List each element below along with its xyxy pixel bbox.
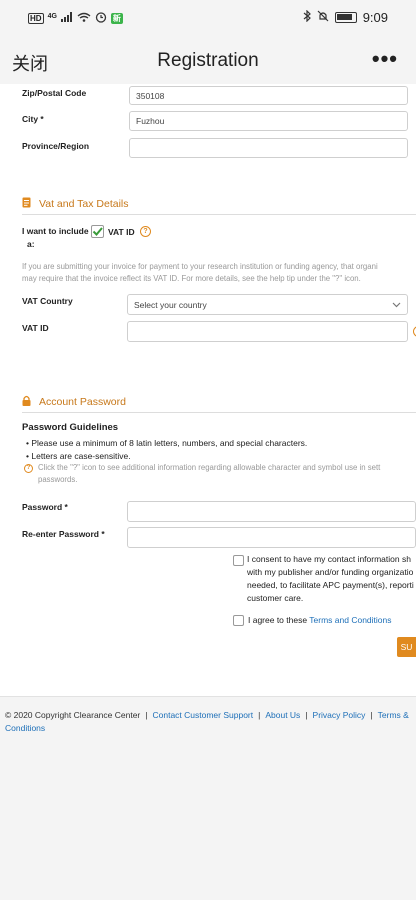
vat-country-label: VAT Country <box>22 296 73 306</box>
vat-country-value: Select your country <box>134 299 207 310</box>
zip-label: Zip/Postal Code <box>22 88 87 98</box>
vat-id-checkbox[interactable] <box>91 225 104 238</box>
vat-id-label: VAT ID <box>22 323 49 333</box>
city-field[interactable]: Fuzhou <box>129 111 408 131</box>
registration-form: Zip/Postal Code 350108 City * Fuzhou Pro… <box>0 84 416 696</box>
password-heading-text: Account Password <box>39 396 126 408</box>
vat-section-heading: Vat and Tax Details <box>22 197 129 211</box>
document-icon <box>22 197 31 211</box>
password-label: Password * <box>22 502 68 512</box>
wifi-icon <box>77 12 91 25</box>
lock-icon <box>22 395 31 409</box>
consent-text: I consent to have my contact information… <box>247 554 414 603</box>
terms-link-footer-cont[interactable]: Conditions <box>5 723 45 733</box>
chevron-down-icon <box>392 300 401 310</box>
status-bar: HD 4G 新 9:09 <box>0 0 416 36</box>
app-badge-icon: 新 <box>110 13 123 24</box>
include-label: I want to include <box>22 226 89 236</box>
hd-icon: HD <box>28 13 44 24</box>
footer-links: © 2020 Copyright Clearance Center | Contac… <box>5 710 409 733</box>
terms-link-footer[interactable]: Terms & <box>378 710 409 720</box>
signal-icon <box>60 12 73 25</box>
vat-id-field[interactable] <box>127 321 408 342</box>
network-label: 4G <box>47 12 57 20</box>
alarm-icon <box>95 11 107 26</box>
password-hint: Click the "?" icon to see additional inf… <box>38 463 381 484</box>
terms-checkbox[interactable] <box>233 615 244 626</box>
zip-field[interactable]: 350108 <box>129 86 408 105</box>
battery-icon <box>334 12 357 23</box>
section-divider <box>22 214 416 215</box>
mute-bell-icon <box>317 10 329 25</box>
nav-bar: 关闭 Registration ••• <box>0 40 416 84</box>
more-menu-icon[interactable]: ••• <box>372 46 398 72</box>
consent-checkbox[interactable] <box>233 555 244 566</box>
terms-link[interactable]: Terms and Conditions <box>309 615 391 625</box>
vat-help-text: If you are submitting your invoice for p… <box>22 262 378 283</box>
privacy-policy-link[interactable]: Privacy Policy <box>313 710 366 720</box>
vat-heading-text: Vat and Tax Details <box>39 198 129 210</box>
reenter-password-label: Re-enter Password * <box>22 529 105 539</box>
password-field[interactable] <box>127 501 416 522</box>
status-time: 9:09 <box>362 10 388 25</box>
footer: © 2020 Copyright Clearance Center | Contac… <box>0 696 416 900</box>
submit-button[interactable]: SU <box>397 637 416 657</box>
page-title: Registration <box>157 50 259 71</box>
password-section-heading: Account Password <box>22 395 126 409</box>
status-left-icons: HD 4G 新 <box>28 11 123 26</box>
status-right-icons: 9:09 <box>303 9 388 25</box>
password-guidelines-title: Password Guidelines <box>22 422 119 433</box>
include-label-cont: a: <box>27 239 35 249</box>
about-us-link[interactable]: About Us <box>265 710 300 720</box>
section-divider <box>22 412 416 413</box>
copyright-text: © 2020 Copyright Clearance Center <box>5 710 141 720</box>
city-label: City * <box>22 114 44 124</box>
password-help-icon[interactable]: ? <box>24 464 33 473</box>
contact-support-link[interactable]: Contact Customer Support <box>152 710 253 720</box>
vat-country-select[interactable]: Select your country <box>127 294 408 315</box>
terms-text: I agree to these Terms and Conditions <box>248 615 392 625</box>
province-field[interactable] <box>129 138 408 158</box>
vat-help-icon[interactable]: ? <box>140 226 151 237</box>
bluetooth-icon <box>303 9 311 25</box>
province-label: Province/Region <box>22 141 90 151</box>
vat-id-checkbox-label: VAT ID <box>108 227 135 237</box>
guideline-item: • Please use a minimum of 8 latin letter… <box>26 438 308 448</box>
reenter-password-field[interactable] <box>127 527 416 548</box>
